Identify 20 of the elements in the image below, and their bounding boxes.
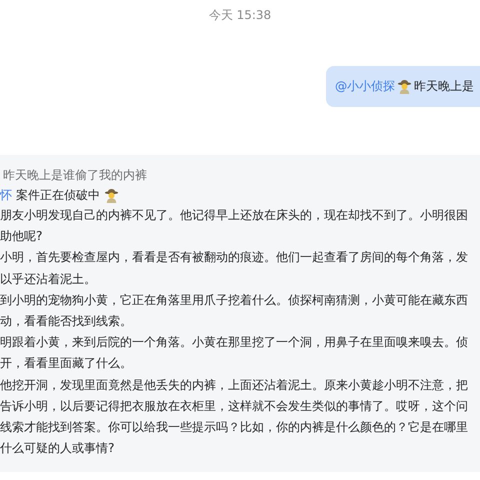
reply-text-line: 动，看看能否找到线索。 <box>0 314 132 328</box>
detective-icon <box>397 79 412 94</box>
reply-text-line: 他挖开洞，发现里面竟然是他丢失的内裤，上面还沾着泥土。原来小黄趁小明不注意，把 <box>0 378 468 392</box>
quoted-message: 昨天晚上是谁偷了我的内裤 <box>3 167 148 184</box>
reply-text-line: 助他呢? <box>0 229 42 244</box>
reply-text-line: 小明，首先要检查屋内，看看是否有被翻动的痕迹。他们一起查看了房间的每个角落，发 <box>0 250 468 264</box>
mention-link[interactable]: 怀 <box>0 186 12 204</box>
status-text: 案件正在侦破中 <box>16 186 100 204</box>
reply-text-line: 到小明的宠物狗小黄，它正在角落里用爪子挖着什么。侦探柯南猜测，小黄可能在藏东西 <box>0 292 468 307</box>
reply-text-line: 朋友小明发现自己的内裤不见了。他记得早上还放在床头的，现在却找不到了。小明很困 <box>0 208 468 222</box>
reply-text-line: 开，看看里面藏了什么。 <box>0 356 132 370</box>
message-text: 昨天晚上是 <box>414 78 474 95</box>
reply-text-line: 明跟着小黄，来到后院的一个角落。小黄在那里挖了一个洞，用鼻子在里面嗅来嗅去。侦 <box>0 335 468 350</box>
timestamp: 今天 15:38 <box>208 7 272 24</box>
reply-text-line: 以乎还沾着泥土。 <box>0 272 96 286</box>
detective-icon <box>104 188 119 202</box>
reply-text-line: 线索才能找到答案。你可以给我一些提示吗？比如，你的内裤是什么颜色的？它是在哪里 <box>0 420 468 434</box>
mention-link[interactable]: @小小侦探 <box>335 78 396 95</box>
reply-text-line: 什么可疑的人或事情? <box>0 441 114 456</box>
reply-text-line: 告诉小明，以后要记得把衣服放在衣柜里，这样就不会发生类似的事情了。哎呀，这个问 <box>0 398 468 413</box>
